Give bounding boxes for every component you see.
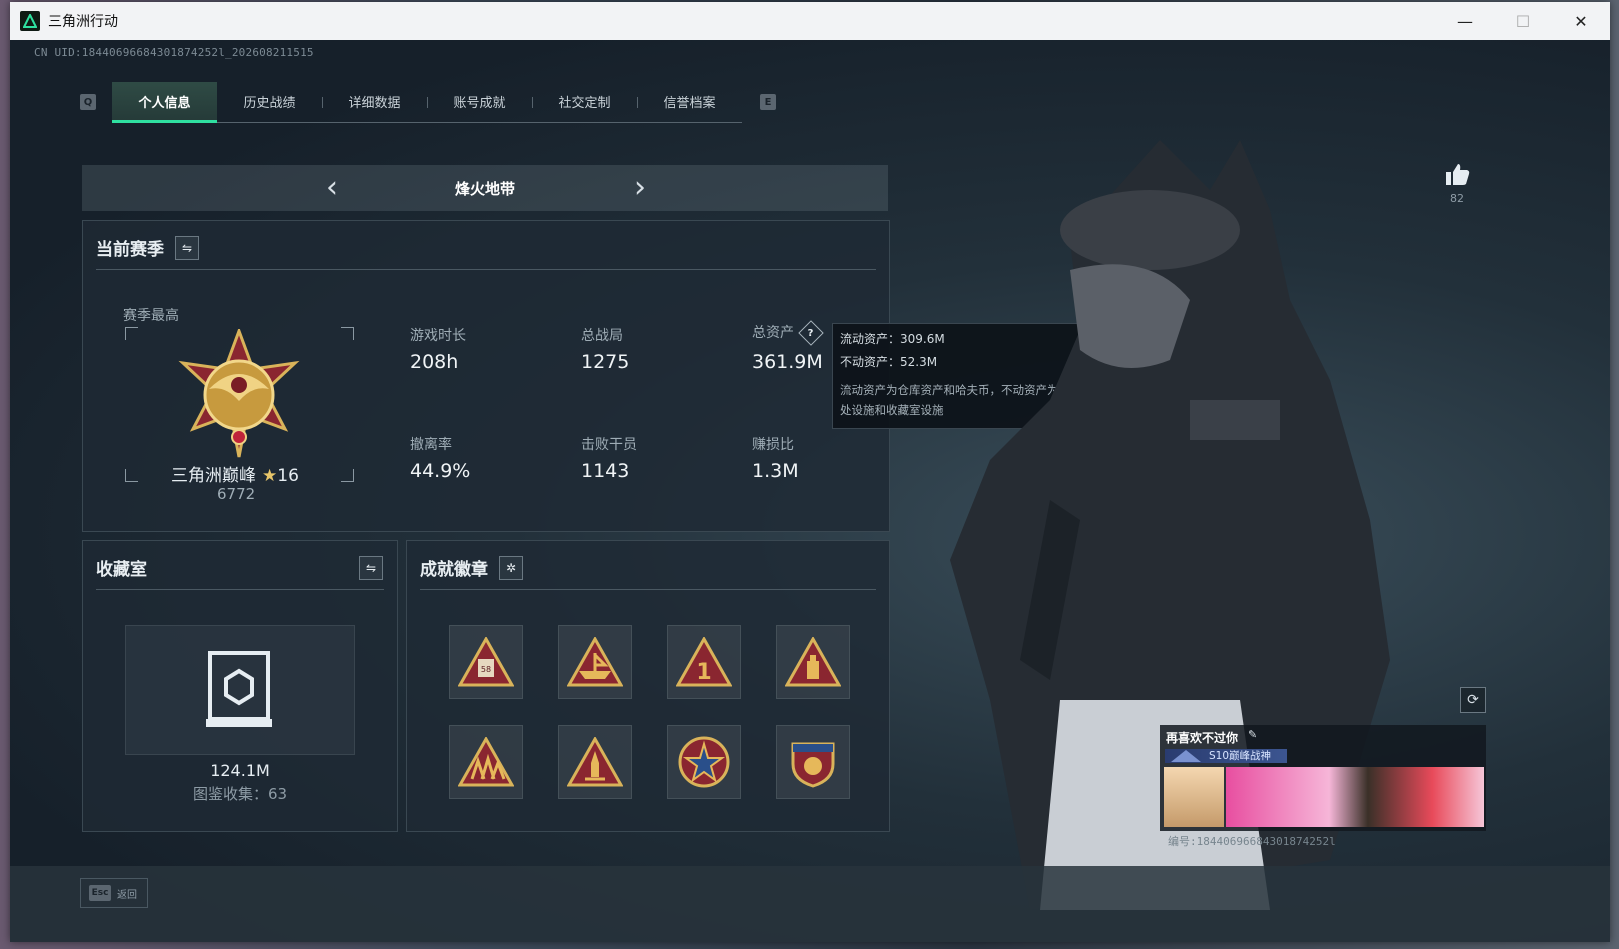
tab-personal-info[interactable]: 个人信息 bbox=[112, 81, 217, 123]
player-name: 再喜欢不过你 bbox=[1166, 731, 1239, 745]
badges-panel: 成就徽章 ✲ 58 1 bbox=[406, 540, 890, 832]
edit-icon[interactable]: ✎ bbox=[1248, 728, 1257, 741]
like-button[interactable]: 82 bbox=[1442, 162, 1472, 205]
game-window: 三角洲行动 — ☐ ✕ CN UID:18440696684301874252l… bbox=[10, 2, 1610, 942]
prev-mode-button[interactable]: ‹ bbox=[316, 172, 348, 204]
stat-total-matches-label: 总战局 bbox=[581, 328, 623, 344]
frame-corner bbox=[341, 327, 354, 340]
minimize-button[interactable]: — bbox=[1436, 2, 1494, 40]
stat-extract-rate-label: 撤离率 bbox=[410, 437, 452, 453]
rank-star-icon: ★ bbox=[262, 466, 278, 486]
next-mode-button[interactable]: › bbox=[624, 172, 656, 204]
player-card[interactable]: 再喜欢不过你 ✎ S10巅峰战神 bbox=[1160, 725, 1486, 831]
divider bbox=[420, 589, 876, 590]
stat-extract-rate-value: 44.9% bbox=[410, 460, 471, 482]
player-title-bar: S10巅峰战神 bbox=[1165, 749, 1287, 763]
stat-total-assets-value: 361.9M bbox=[752, 351, 823, 373]
stat-total-assets-label: 总资产? bbox=[752, 320, 824, 346]
back-button[interactable]: Esc 返回 bbox=[80, 878, 148, 908]
tab-credit[interactable]: 信誉档案 bbox=[637, 82, 742, 122]
esc-key: Esc bbox=[89, 885, 111, 901]
rank-points: 6772 bbox=[217, 485, 256, 503]
badge-number-one-icon[interactable]: 1 bbox=[667, 625, 741, 699]
badge-rocket-icon[interactable] bbox=[558, 725, 632, 799]
badge-soldiers-icon[interactable] bbox=[449, 725, 523, 799]
app-logo-icon bbox=[20, 11, 40, 31]
divider bbox=[96, 589, 384, 590]
collection-value: 124.1M bbox=[210, 761, 270, 780]
stat-total-matches-value: 1275 bbox=[581, 351, 630, 373]
maximize-button[interactable]: ☐ bbox=[1494, 2, 1552, 40]
season-panel: 当前赛季 ⇋ 赛季最高 三角洲巅峰 ★16 6772 游戏时长 208h 总战局 … bbox=[82, 220, 890, 532]
tab-bar: Q 个人信息 历史战绩 详细数据 账号成就 社交定制 信誉档案 E bbox=[80, 81, 776, 123]
thumbs-up-icon bbox=[1446, 164, 1470, 185]
bottom-bar: Esc 返回 bbox=[10, 866, 1610, 942]
back-label: 返回 bbox=[117, 889, 137, 901]
badge-star-emblem-icon[interactable] bbox=[667, 725, 741, 799]
badge-bottle-icon[interactable] bbox=[776, 625, 850, 699]
frame-corner bbox=[125, 469, 138, 482]
tab-detailed-data[interactable]: 详细数据 bbox=[322, 82, 427, 122]
player-uid: 编号:18440696684301874252l bbox=[1168, 835, 1336, 848]
tab-history[interactable]: 历史战绩 bbox=[217, 82, 322, 122]
settings-icon[interactable]: ✲ bbox=[499, 556, 523, 580]
prev-tab-key[interactable]: Q bbox=[80, 94, 96, 110]
svg-text:58: 58 bbox=[481, 665, 491, 674]
badge-shield-emblem-icon[interactable] bbox=[776, 725, 850, 799]
badge-boat-icon[interactable] bbox=[558, 625, 632, 699]
name-card-banner bbox=[1226, 767, 1484, 827]
tab-achievements[interactable]: 账号成就 bbox=[427, 82, 532, 122]
collection-count: 图鉴收集：63 bbox=[192, 785, 288, 803]
window-title: 三角洲行动 bbox=[48, 14, 118, 30]
stat-play-time-value: 208h bbox=[410, 351, 459, 373]
uid-label: CN UID:18440696684301874252l_20260821151… bbox=[34, 46, 314, 59]
badges-title: 成就徽章 bbox=[420, 560, 488, 580]
next-tab-key[interactable]: E bbox=[760, 94, 776, 110]
collection-panel: 收藏室 ⇋ 124.1M 图鉴收集：63 bbox=[82, 540, 398, 832]
svg-text:1: 1 bbox=[696, 660, 711, 685]
frame-corner bbox=[125, 327, 138, 340]
like-count: 82 bbox=[1450, 192, 1464, 205]
title-emblem-icon bbox=[1171, 750, 1201, 762]
refresh-icon[interactable]: ⟳ bbox=[1460, 687, 1486, 713]
rank-level: 16 bbox=[277, 466, 299, 486]
mode-title: 烽火地带 bbox=[454, 179, 515, 198]
frame-corner bbox=[341, 469, 354, 482]
mode-selector: ‹ 烽火地带 › bbox=[82, 165, 888, 211]
title-bar: 三角洲行动 — ☐ ✕ bbox=[10, 2, 1610, 40]
badge-58-icon[interactable]: 58 bbox=[449, 625, 523, 699]
swap-icon[interactable]: ⇋ bbox=[175, 236, 199, 260]
rank-medal-icon bbox=[178, 329, 300, 458]
close-button[interactable]: ✕ bbox=[1552, 2, 1610, 40]
tab-social[interactable]: 社交定制 bbox=[532, 82, 637, 122]
help-icon[interactable]: ? bbox=[798, 320, 824, 346]
stat-profit-ratio-value: 1.3M bbox=[752, 460, 799, 482]
display-case-icon bbox=[206, 651, 272, 727]
stat-profit-ratio-label: 赚损比 bbox=[752, 437, 794, 453]
stat-play-time-label: 游戏时长 bbox=[410, 328, 466, 344]
season-title: 当前赛季 bbox=[96, 240, 164, 260]
collection-title: 收藏室 bbox=[96, 560, 147, 580]
swap-icon[interactable]: ⇋ bbox=[359, 556, 383, 580]
divider bbox=[96, 269, 876, 270]
stat-kills-value: 1143 bbox=[581, 460, 630, 482]
rank-name: 三角洲巅峰 ★16 bbox=[171, 466, 299, 486]
stat-kills-label: 击败干员 bbox=[581, 437, 637, 453]
game-content: CN UID:18440696684301874252l_20260821151… bbox=[10, 40, 1610, 942]
player-avatar bbox=[1164, 767, 1224, 827]
season-best-label: 赛季最高 bbox=[123, 308, 179, 324]
